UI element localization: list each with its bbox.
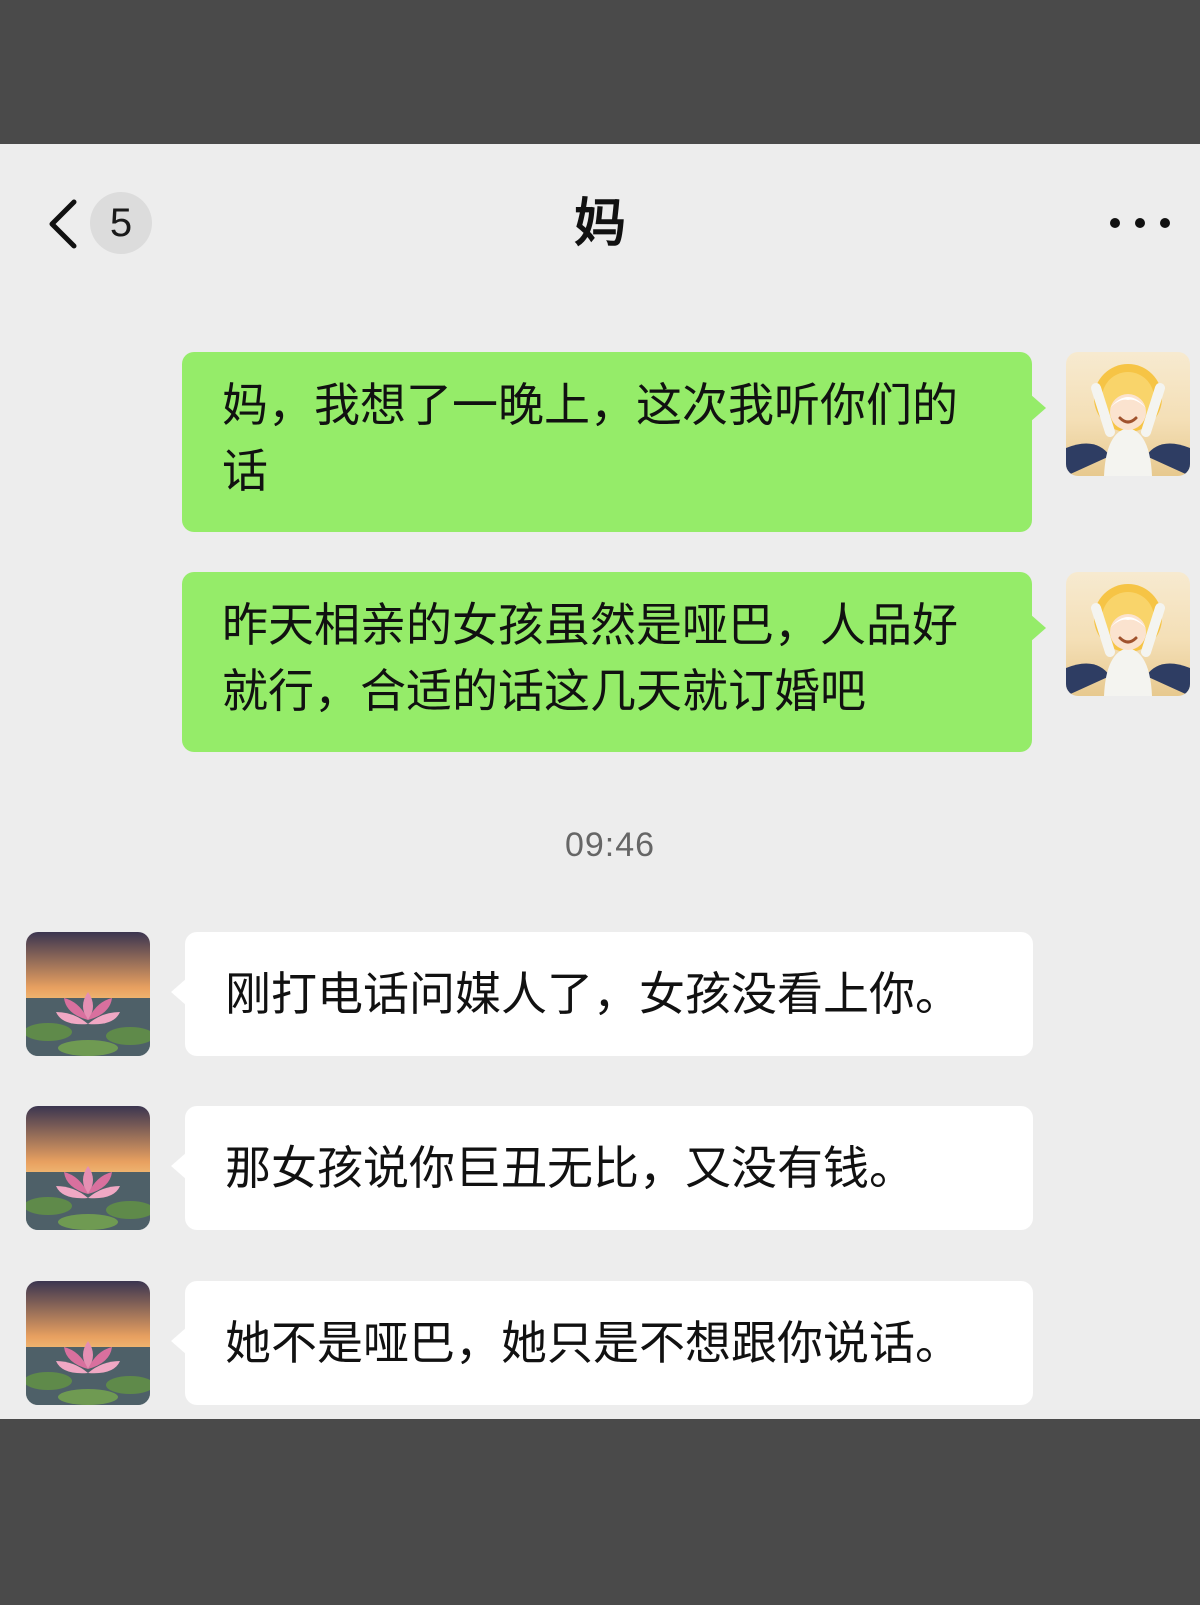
message-row-incoming: 她不是哑巴，她只是不想跟你说话。 — [0, 1281, 1200, 1405]
message-text: 那女孩说你巨丑无比，又没有钱。 — [225, 1141, 915, 1195]
more-dots-icon — [1135, 218, 1145, 228]
incoming-message-bubble[interactable]: 她不是哑巴，她只是不想跟你说话。 — [171, 1281, 1033, 1405]
mom-avatar[interactable] — [26, 1106, 150, 1230]
message-row-incoming: 刚打电话问媒人了，女孩没看上你。 — [0, 932, 1200, 1056]
mom-avatar[interactable] — [26, 1281, 150, 1405]
outgoing-message-bubble[interactable]: 妈，我想了一晚上，这次我听你们的话 — [182, 352, 1046, 532]
chat-screen: 5 妈 妈，我想了一晚上，这次我听你们的话 昨天相亲的女孩虽然是哑巴，人品好就行… — [0, 144, 1200, 1419]
message-text: 刚打电话问媒人了，女孩没看上你。 — [225, 967, 961, 1021]
my-avatar[interactable] — [1066, 352, 1190, 476]
chat-title: 妈 — [573, 194, 626, 254]
nav-bar: 5 妈 — [0, 144, 1200, 304]
incoming-message-bubble[interactable]: 刚打电话问媒人了，女孩没看上你。 — [171, 932, 1033, 1056]
chevron-left-icon — [49, 199, 77, 249]
mom-avatar[interactable] — [26, 932, 150, 1056]
avatar-illustration-icon — [1066, 584, 1190, 696]
message-text: 昨天相亲的女孩虽然是哑巴，人品好就行，合适的话这几天就订婚吧 — [222, 598, 958, 718]
back-button[interactable]: 5 — [30, 184, 160, 264]
message-row-incoming: 那女孩说你巨丑无比，又没有钱。 — [0, 1106, 1200, 1230]
message-row-outgoing: 昨天相亲的女孩虽然是哑巴，人品好就行，合适的话这几天就订婚吧 — [0, 572, 1200, 752]
lotus-avatar-icon — [26, 1281, 150, 1405]
message-row-outgoing: 妈，我想了一晚上，这次我听你们的话 — [0, 352, 1200, 532]
more-button[interactable] — [1100, 204, 1180, 244]
more-dots-icon — [1160, 218, 1170, 228]
outgoing-message-bubble[interactable]: 昨天相亲的女孩虽然是哑巴，人品好就行，合适的话这几天就订婚吧 — [182, 572, 1046, 752]
incoming-message-bubble[interactable]: 那女孩说你巨丑无比，又没有钱。 — [171, 1106, 1033, 1230]
avatar-illustration-icon — [1066, 364, 1190, 476]
more-dots-icon — [1110, 218, 1120, 228]
message-timestamp: 09:46 — [564, 826, 656, 864]
message-text: 她不是哑巴，她只是不想跟你说话。 — [225, 1316, 961, 1370]
message-text: 妈，我想了一晚上，这次我听你们的话 — [222, 378, 958, 498]
my-avatar[interactable] — [1066, 572, 1190, 696]
lotus-avatar-icon — [26, 932, 150, 1056]
lotus-avatar-icon — [26, 1106, 150, 1230]
unread-count-badge: 5 — [90, 192, 152, 254]
